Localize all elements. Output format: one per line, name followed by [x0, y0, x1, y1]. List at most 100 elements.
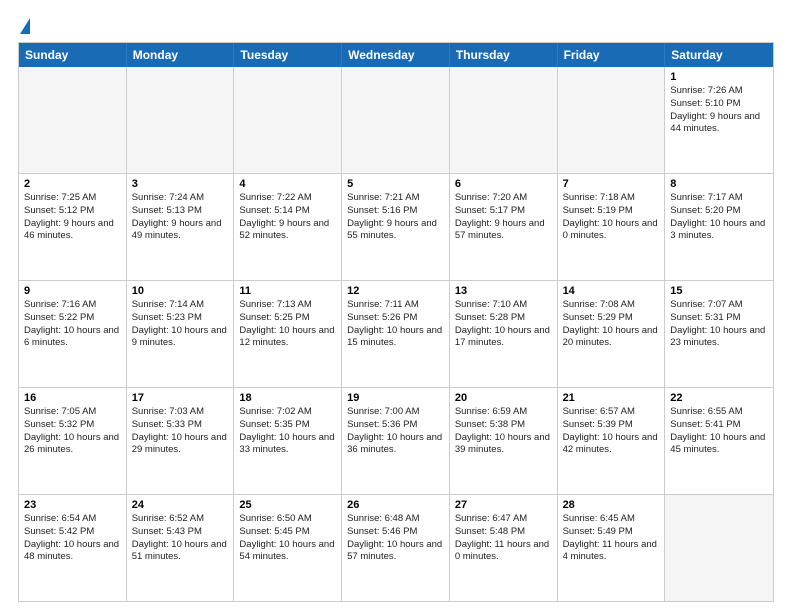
calendar-header-saturday: Saturday [665, 43, 773, 67]
calendar: SundayMondayTuesdayWednesdayThursdayFrid… [18, 42, 774, 602]
day-number: 2 [24, 178, 121, 190]
calendar-cell: 20 Sunrise: 6:59 AM Sunset: 5:38 PM Dayli… [450, 388, 558, 494]
day-info: Sunrise: 6:55 AM Sunset: 5:41 PM Dayligh… [670, 406, 768, 457]
day-info: Sunrise: 7:18 AM Sunset: 5:19 PM Dayligh… [563, 192, 660, 243]
logo [18, 18, 30, 32]
day-info: Sunrise: 7:20 AM Sunset: 5:17 PM Dayligh… [455, 192, 552, 243]
calendar-cell: 28 Sunrise: 6:45 AM Sunset: 5:49 PM Dayli… [558, 495, 666, 601]
calendar-header-wednesday: Wednesday [342, 43, 450, 67]
day-info: Sunrise: 6:59 AM Sunset: 5:38 PM Dayligh… [455, 406, 552, 457]
calendar-cell: 9 Sunrise: 7:16 AM Sunset: 5:22 PM Daylig… [19, 281, 127, 387]
page: SundayMondayTuesdayWednesdayThursdayFrid… [0, 0, 792, 612]
day-info: Sunrise: 7:08 AM Sunset: 5:29 PM Dayligh… [563, 299, 660, 350]
calendar-cell: 17Sunrise: 7:03 AM Sunset: 5:33 PM Dayli… [127, 388, 235, 494]
calendar-cell [450, 67, 558, 173]
calendar-cell: 24 Sunrise: 6:52 AM Sunset: 5:43 PM Dayli… [127, 495, 235, 601]
day-number: 1 [670, 71, 768, 83]
day-info: Sunrise: 6:45 AM Sunset: 5:49 PM Dayligh… [563, 513, 660, 564]
calendar-cell: 16Sunrise: 7:05 AM Sunset: 5:32 PM Dayli… [19, 388, 127, 494]
calendar-header-sunday: Sunday [19, 43, 127, 67]
day-number: 20 [455, 392, 552, 404]
calendar-row-1: 1 Sunrise: 7:26 AM Sunset: 5:10 PM Daylig… [19, 67, 773, 173]
calendar-body: 1 Sunrise: 7:26 AM Sunset: 5:10 PM Daylig… [19, 67, 773, 601]
calendar-header-monday: Monday [127, 43, 235, 67]
calendar-row-5: 23 Sunrise: 6:54 AM Sunset: 5:42 PM Dayli… [19, 494, 773, 601]
day-info: Sunrise: 6:54 AM Sunset: 5:42 PM Dayligh… [24, 513, 121, 564]
calendar-row-3: 9 Sunrise: 7:16 AM Sunset: 5:22 PM Daylig… [19, 280, 773, 387]
day-info: Sunrise: 7:16 AM Sunset: 5:22 PM Dayligh… [24, 299, 121, 350]
day-info: Sunrise: 7:14 AM Sunset: 5:23 PM Dayligh… [132, 299, 229, 350]
day-number: 8 [670, 178, 768, 190]
day-number: 6 [455, 178, 552, 190]
day-info: Sunrise: 7:11 AM Sunset: 5:26 PM Dayligh… [347, 299, 444, 350]
calendar-cell [558, 67, 666, 173]
day-number: 21 [563, 392, 660, 404]
day-number: 14 [563, 285, 660, 297]
day-number: 13 [455, 285, 552, 297]
calendar-header-friday: Friday [558, 43, 666, 67]
calendar-header-tuesday: Tuesday [234, 43, 342, 67]
calendar-row-2: 2 Sunrise: 7:25 AM Sunset: 5:12 PM Daylig… [19, 173, 773, 280]
day-number: 16 [24, 392, 121, 404]
calendar-cell [665, 495, 773, 601]
day-number: 17 [132, 392, 229, 404]
day-info: Sunrise: 7:02 AM Sunset: 5:35 PM Dayligh… [239, 406, 336, 457]
day-info: Sunrise: 7:17 AM Sunset: 5:20 PM Dayligh… [670, 192, 768, 243]
calendar-cell: 2 Sunrise: 7:25 AM Sunset: 5:12 PM Daylig… [19, 174, 127, 280]
calendar-cell: 26 Sunrise: 6:48 AM Sunset: 5:46 PM Dayli… [342, 495, 450, 601]
calendar-cell: 5Sunrise: 7:21 AM Sunset: 5:16 PM Daylig… [342, 174, 450, 280]
day-info: Sunrise: 6:47 AM Sunset: 5:48 PM Dayligh… [455, 513, 552, 564]
day-info: Sunrise: 7:00 AM Sunset: 5:36 PM Dayligh… [347, 406, 444, 457]
day-number: 5 [347, 178, 444, 190]
calendar-cell [342, 67, 450, 173]
calendar-cell: 4Sunrise: 7:22 AM Sunset: 5:14 PM Daylig… [234, 174, 342, 280]
calendar-cell: 10 Sunrise: 7:14 AM Sunset: 5:23 PM Dayli… [127, 281, 235, 387]
day-number: 10 [132, 285, 229, 297]
calendar-cell: 1 Sunrise: 7:26 AM Sunset: 5:10 PM Daylig… [665, 67, 773, 173]
day-number: 25 [239, 499, 336, 511]
calendar-cell: 6 Sunrise: 7:20 AM Sunset: 5:17 PM Daylig… [450, 174, 558, 280]
calendar-cell: 3 Sunrise: 7:24 AM Sunset: 5:13 PM Daylig… [127, 174, 235, 280]
calendar-cell: 7 Sunrise: 7:18 AM Sunset: 5:19 PM Daylig… [558, 174, 666, 280]
day-info: Sunrise: 7:25 AM Sunset: 5:12 PM Dayligh… [24, 192, 121, 243]
day-number: 15 [670, 285, 768, 297]
day-info: Sunrise: 6:52 AM Sunset: 5:43 PM Dayligh… [132, 513, 229, 564]
logo-triangle-icon [20, 18, 30, 34]
calendar-cell: 23 Sunrise: 6:54 AM Sunset: 5:42 PM Dayli… [19, 495, 127, 601]
day-number: 4 [239, 178, 336, 190]
day-number: 3 [132, 178, 229, 190]
calendar-cell: 14 Sunrise: 7:08 AM Sunset: 5:29 PM Dayli… [558, 281, 666, 387]
day-number: 18 [239, 392, 336, 404]
day-number: 9 [24, 285, 121, 297]
day-number: 11 [239, 285, 336, 297]
day-info: Sunrise: 6:57 AM Sunset: 5:39 PM Dayligh… [563, 406, 660, 457]
day-number: 28 [563, 499, 660, 511]
calendar-cell: 27 Sunrise: 6:47 AM Sunset: 5:48 PM Dayli… [450, 495, 558, 601]
day-info: Sunrise: 7:26 AM Sunset: 5:10 PM Dayligh… [670, 85, 768, 136]
day-info: Sunrise: 7:24 AM Sunset: 5:13 PM Dayligh… [132, 192, 229, 243]
day-info: Sunrise: 6:48 AM Sunset: 5:46 PM Dayligh… [347, 513, 444, 564]
day-info: Sunrise: 6:50 AM Sunset: 5:45 PM Dayligh… [239, 513, 336, 564]
day-info: Sunrise: 7:10 AM Sunset: 5:28 PM Dayligh… [455, 299, 552, 350]
calendar-cell: 21 Sunrise: 6:57 AM Sunset: 5:39 PM Dayli… [558, 388, 666, 494]
day-number: 22 [670, 392, 768, 404]
day-number: 23 [24, 499, 121, 511]
calendar-cell: 19 Sunrise: 7:00 AM Sunset: 5:36 PM Dayli… [342, 388, 450, 494]
calendar-header-thursday: Thursday [450, 43, 558, 67]
day-number: 19 [347, 392, 444, 404]
calendar-cell [19, 67, 127, 173]
calendar-cell: 12 Sunrise: 7:11 AM Sunset: 5:26 PM Dayli… [342, 281, 450, 387]
calendar-cell: 25 Sunrise: 6:50 AM Sunset: 5:45 PM Dayli… [234, 495, 342, 601]
day-number: 12 [347, 285, 444, 297]
day-number: 7 [563, 178, 660, 190]
calendar-cell [234, 67, 342, 173]
calendar-cell: 8 Sunrise: 7:17 AM Sunset: 5:20 PM Daylig… [665, 174, 773, 280]
day-number: 24 [132, 499, 229, 511]
calendar-cell: 18 Sunrise: 7:02 AM Sunset: 5:35 PM Dayli… [234, 388, 342, 494]
calendar-cell: 13 Sunrise: 7:10 AM Sunset: 5:28 PM Dayli… [450, 281, 558, 387]
calendar-cell: 15Sunrise: 7:07 AM Sunset: 5:31 PM Dayli… [665, 281, 773, 387]
day-number: 26 [347, 499, 444, 511]
day-info: Sunrise: 7:13 AM Sunset: 5:25 PM Dayligh… [239, 299, 336, 350]
day-number: 27 [455, 499, 552, 511]
calendar-header: SundayMondayTuesdayWednesdayThursdayFrid… [19, 43, 773, 67]
